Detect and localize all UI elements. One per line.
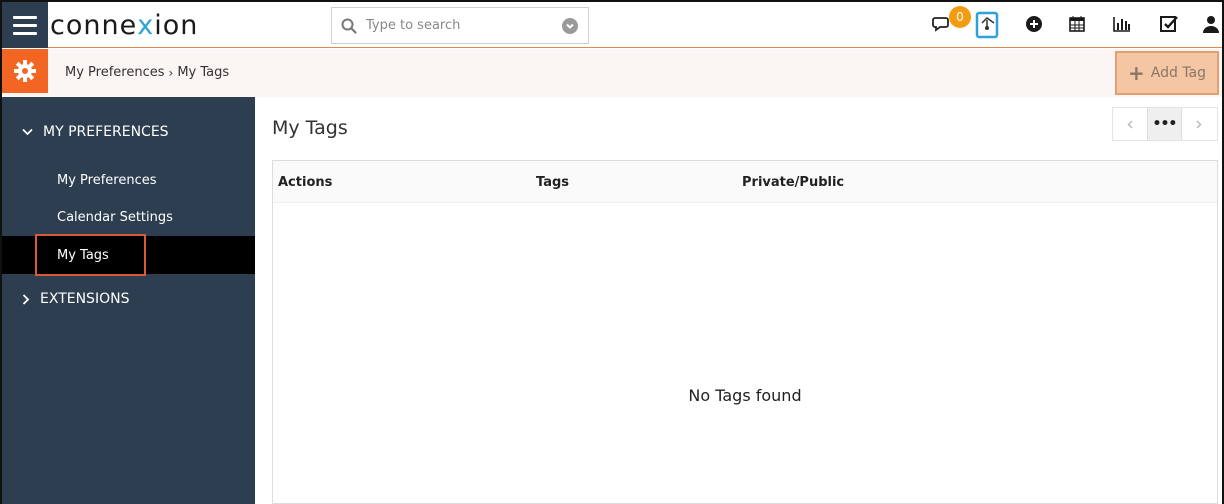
tags-table: Actions Tags Private/Public No Tags foun… xyxy=(272,160,1218,504)
column-header-privacy[interactable]: Private/Public xyxy=(742,175,844,190)
selection-highlight xyxy=(35,234,146,276)
sidebar-item-my-tags[interactable]: My Tags xyxy=(2,234,255,276)
empty-state-message: No Tags found xyxy=(688,386,802,405)
notification-badge: 0 xyxy=(949,6,971,28)
chevron-right-icon xyxy=(22,293,30,305)
user-icon[interactable] xyxy=(1202,12,1220,36)
table-header: Actions Tags Private/Public xyxy=(273,161,1217,203)
page-title: My Tags xyxy=(272,117,348,139)
add-tag-label: Add Tag xyxy=(1150,65,1207,81)
add-tag-button[interactable]: + Add Tag xyxy=(1115,51,1219,95)
bar-chart-icon[interactable] xyxy=(1110,12,1134,36)
breadcrumb-current: My Tags xyxy=(177,65,230,80)
search-box[interactable]: Type to search xyxy=(331,7,589,44)
breadcrumb-bar: My Preferences › My Tags + Add Tag xyxy=(2,49,1222,97)
pager: ••• xyxy=(1112,107,1218,141)
breadcrumb-parent[interactable]: My Preferences xyxy=(65,65,165,80)
main-content: My Tags ••• Actions Tags Private/Public … xyxy=(255,97,1222,504)
add-circle-icon[interactable] xyxy=(1022,12,1046,36)
search-icon xyxy=(332,18,366,34)
calendar-icon[interactable] xyxy=(1065,12,1089,36)
chevron-right-icon: › xyxy=(168,65,174,80)
column-header-actions[interactable]: Actions xyxy=(278,175,332,190)
breadcrumb: My Preferences › My Tags xyxy=(65,65,229,80)
sidebar-item-my-preferences[interactable]: My Preferences xyxy=(2,161,255,199)
sidebar-section-extensions[interactable]: EXTENSIONS xyxy=(22,291,129,307)
sidebar-section-my-preferences[interactable]: MY PREFERENCES xyxy=(22,124,169,140)
next-page-button[interactable] xyxy=(1182,108,1216,140)
app-logo[interactable]: conne x ion xyxy=(50,8,198,42)
sidebar-item-calendar-settings[interactable]: Calendar Settings xyxy=(2,198,255,236)
more-options-button[interactable]: ••• xyxy=(1147,108,1182,140)
checkbox-icon[interactable] xyxy=(1157,12,1181,36)
previous-page-button[interactable] xyxy=(1113,108,1147,140)
gear-icon[interactable] xyxy=(2,49,48,93)
hamburger-menu-icon[interactable] xyxy=(2,2,48,48)
chevron-down-icon xyxy=(22,128,33,136)
top-header: conne x ion Type to search 0 xyxy=(2,2,1222,48)
search-input[interactable]: Type to search xyxy=(366,18,562,33)
tablet-app-icon[interactable] xyxy=(975,11,1001,39)
plus-icon: + xyxy=(1127,61,1145,85)
chevron-down-icon[interactable] xyxy=(562,17,578,34)
column-header-tags[interactable]: Tags xyxy=(536,175,569,190)
sidebar: MY PREFERENCES My Preferences Calendar S… xyxy=(2,97,255,504)
